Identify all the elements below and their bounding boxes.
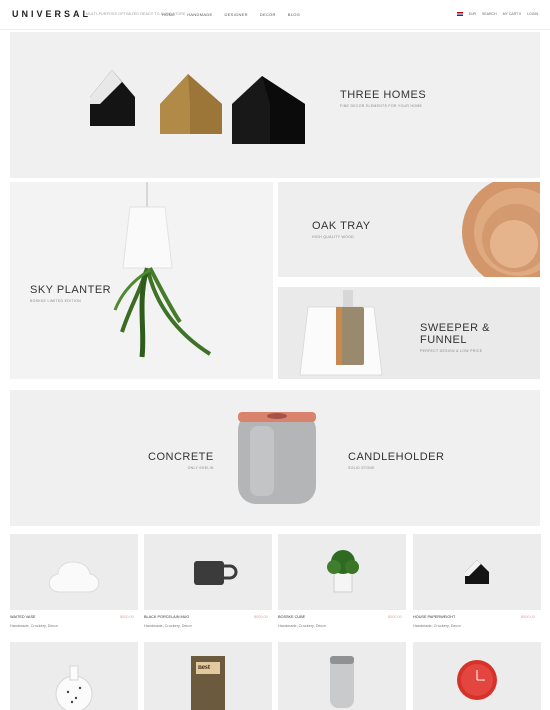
header-tools: EUR SEARCH MY CART 0 LOGIN bbox=[456, 12, 538, 16]
site-header: UNIVERSAL MULTI-PURPOSE OPTIMIZED READY … bbox=[0, 0, 550, 30]
planter-illustration bbox=[113, 182, 212, 358]
jar-icon bbox=[330, 656, 354, 708]
nav-designer[interactable]: DESIGNER bbox=[225, 12, 248, 17]
patterned-vase-icon bbox=[55, 665, 93, 710]
hero-subtitle: PERFECT DESIGN & LOW PRICE bbox=[420, 349, 483, 353]
book-icon bbox=[191, 656, 225, 710]
hero-subtitle: BOSKKE LIMITED EDITION bbox=[30, 299, 81, 303]
nav-decor[interactable]: DECOR bbox=[260, 12, 276, 17]
hero-subtitle-right: SOLID STONE bbox=[348, 466, 375, 470]
product-image[interactable] bbox=[413, 642, 541, 710]
logo[interactable]: UNIVERSAL bbox=[12, 9, 91, 19]
product-image[interactable]: nest bbox=[144, 642, 272, 710]
plant-icon bbox=[327, 550, 359, 593]
cart-link[interactable]: MY CART 0 bbox=[503, 12, 521, 16]
login-link[interactable]: LOGIN bbox=[527, 12, 538, 16]
hero-three-homes[interactable]: THREE HOMES FINE DECOR ELEMENTS FOR YOUR… bbox=[10, 32, 540, 178]
book-title: nest bbox=[198, 663, 211, 671]
product-price: $000.00 bbox=[254, 615, 268, 619]
currency-select[interactable]: EUR bbox=[469, 12, 476, 16]
product-name[interactable]: BOSSKE CUBE bbox=[278, 615, 305, 619]
product-name[interactable]: BLACK PORCELAIN MUG bbox=[144, 615, 189, 619]
nav-handmade[interactable]: HANDMADE bbox=[187, 12, 212, 17]
product-image[interactable] bbox=[278, 534, 406, 610]
house-icon bbox=[465, 560, 489, 584]
nav-blog[interactable]: BLOG bbox=[288, 12, 300, 17]
hero-sweeper-funnel[interactable]: SWEEPER & FUNNEL PERFECT DESIGN & LOW PR… bbox=[278, 287, 540, 379]
product-image[interactable] bbox=[278, 642, 406, 710]
trays-illustration bbox=[462, 182, 540, 277]
product-categories: Handmade, Crockery, Decor bbox=[10, 624, 58, 628]
hero-subtitle: FINE DECOR ELEMENTS FOR YOUR HOME bbox=[340, 104, 423, 108]
product-image[interactable] bbox=[144, 534, 272, 610]
flag-icon[interactable] bbox=[456, 12, 463, 16]
product-categories: Handmade, Crockery, Decor bbox=[278, 624, 326, 628]
hero-oak-tray[interactable]: OAK TRAY HIGH QUALITY WOOD bbox=[278, 182, 540, 277]
houses-illustration bbox=[90, 70, 305, 144]
product-categories: Handmade, Crockery, Decor bbox=[144, 624, 192, 628]
vase-icon bbox=[48, 561, 100, 593]
product-price: $000.00 bbox=[388, 615, 402, 619]
clock-icon bbox=[457, 660, 497, 700]
hero-candleholder[interactable]: CONCRETE ONLY SHELIN CANDLEHOLDER SOLID … bbox=[10, 390, 540, 526]
product-image[interactable] bbox=[413, 534, 541, 610]
hero-title: SWEEPER & FUNNEL bbox=[420, 322, 490, 346]
hero-sky-planter[interactable]: SKY PLANTER BOSKKE LIMITED EDITION bbox=[10, 182, 273, 379]
product-image[interactable] bbox=[10, 642, 138, 710]
product-name[interactable]: HOUSE PAPERWEIGHT bbox=[413, 615, 455, 619]
main-nav: HOME HANDMADE DESIGNER DECOR BLOG bbox=[162, 12, 300, 17]
hero-title-right: CANDLEHOLDER bbox=[348, 451, 445, 463]
product-image[interactable] bbox=[10, 534, 138, 610]
mug-icon bbox=[194, 561, 238, 585]
nav-home[interactable]: HOME bbox=[162, 12, 175, 17]
product-categories: Handmade, Crockery, Decor bbox=[413, 624, 461, 628]
hero-title: THREE HOMES bbox=[340, 89, 427, 101]
candleholder-illustration bbox=[238, 412, 316, 504]
product-price: $000.00 bbox=[521, 615, 535, 619]
product-price: $000.00 bbox=[120, 615, 134, 619]
search-link[interactable]: SEARCH bbox=[482, 12, 497, 16]
product-name[interactable]: WAITED VASE bbox=[10, 615, 36, 619]
hero-title: SKY PLANTER bbox=[30, 284, 112, 296]
